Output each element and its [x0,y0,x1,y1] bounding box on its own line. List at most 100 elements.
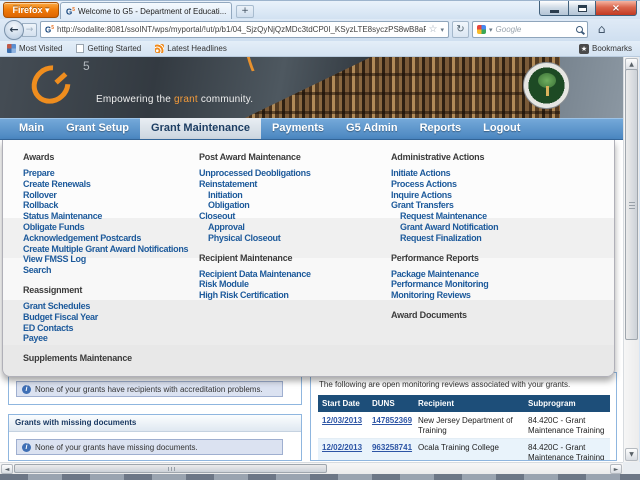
url-dropdown-icon[interactable]: ▾ [440,26,444,34]
reload-button[interactable]: ↻ [452,21,469,38]
bookmark-latest-headlines[interactable]: Latest Headlines [148,44,234,53]
new-tab-button[interactable]: + [236,5,254,18]
menu-header-performance-reports: Performance Reports [391,253,498,263]
menu-link-acknowledgement-postcards[interactable]: Acknowledgement Postcards [23,233,188,244]
nav-g5-admin[interactable]: G5 Admin [335,118,409,139]
column-header-recipient: Recipient [414,395,524,412]
menu-link-grant-transfers[interactable]: Grant Transfers [391,200,498,211]
nav-grant-setup[interactable]: Grant Setup [55,118,140,139]
url-text[interactable]: http://sodalite:8081/ssoINT/wps/myportal… [57,25,426,34]
education-department-seal-icon [523,62,570,109]
search-engine-dropdown-icon[interactable]: ▾ [489,26,493,34]
menu-link-payee[interactable]: Payee [23,333,188,344]
clipped-content-strip [0,474,640,480]
menu-link-budget-fiscal-year[interactable]: Budget Fiscal Year [23,312,188,323]
menu-link-monitoring-reviews[interactable]: Monitoring Reviews [391,290,498,301]
window-controls: × [539,1,637,16]
menu-link-recipient-data-maintenance[interactable]: Recipient Data Maintenance [199,269,311,280]
bookmarks-icon: ★ [579,44,589,54]
menu-link-grant-schedules[interactable]: Grant Schedules [23,301,188,312]
bookmark-getting-started[interactable]: Getting Started [69,44,148,53]
missing-documents-notice-text: None of your grants have missing documen… [35,443,198,452]
menu-link-ed-contacts[interactable]: ED Contacts [23,323,188,334]
menu-link-high-risk-certification[interactable]: High Risk Certification [199,290,311,301]
menu-link-grant-award-notification[interactable]: Grant Award Notification [400,222,498,233]
scroll-left-button[interactable]: ◄ [1,464,13,474]
bookmark-star-icon[interactable]: ☆ [429,24,438,35]
g5-logo-sup: 5 [83,59,90,73]
subprogram-cell: 84.420C - Grant Maintenance Training [524,439,610,462]
menu-link-physical-closeout[interactable]: Physical Closeout [208,233,311,244]
horizontal-scrollbar-thumb[interactable] [14,464,327,473]
menu-link-unprocessed-deobligations[interactable]: Unprocessed Deobligations [199,168,311,179]
menu-header-reassignment: Reassignment [23,285,188,295]
menu-link-reinstatement[interactable]: Reinstatement [199,179,311,190]
table-header-row: Start Date DUNS Recipient Subprogram [318,395,610,412]
menu-link-process-actions[interactable]: Process Actions [391,179,498,190]
minimize-icon [550,10,559,13]
info-icon: i [22,443,31,452]
menu-link-search[interactable]: Search [23,265,188,276]
scroll-right-button[interactable]: ► [610,464,622,474]
nav-payments[interactable]: Payments [261,118,335,139]
info-message: i None of your grants have recipients wi… [16,381,283,397]
restore-button[interactable] [568,1,595,16]
nav-main[interactable]: Main [8,118,55,139]
menu-link-request-maintenance[interactable]: Request Maintenance [400,211,498,222]
nav-logout[interactable]: Logout [472,118,531,139]
vertical-scrollbar[interactable]: ▲ ▼ [623,57,639,462]
menu-link-rollback[interactable]: Rollback [23,200,188,211]
back-button[interactable]: ← [4,20,24,40]
nav-reports[interactable]: Reports [409,118,473,139]
forward-button[interactable]: → [22,23,37,37]
menu-link-risk-module[interactable]: Risk Module [199,279,311,290]
start-date-link[interactable]: 12/02/2013 [322,443,362,452]
menu-link-package-maintenance[interactable]: Package Maintenance [391,269,498,280]
horizontal-scrollbar[interactable]: ◄ ► [0,462,623,474]
firefox-menu-button[interactable]: Firefox ▾ [3,2,59,18]
minimize-button[interactable] [539,1,568,16]
restore-icon [578,5,587,12]
menu-link-status-maintenance[interactable]: Status Maintenance [23,211,188,222]
thumb-grip [168,467,175,471]
menu-link-prepare[interactable]: Prepare [23,168,188,179]
menu-link-create-multiple-gan[interactable]: Create Multiple Grant Award Notification… [23,244,188,255]
g5-favicon: G5 [45,25,54,35]
scroll-down-button[interactable]: ▼ [625,448,638,461]
feed-icon [155,44,164,53]
menu-link-view-fmss-log[interactable]: View FMSS Log [23,254,188,265]
browser-tab[interactable]: G5 Welcome to G5 - Department of Educati… [60,2,232,20]
search-placeholder[interactable]: Google [496,25,573,34]
search-box[interactable]: ▾ Google [472,21,588,38]
g5-favicon: G5 [66,7,75,17]
bookmarks-toolbar: Most Visited Getting Started Latest Head… [0,41,640,57]
vertical-scrollbar-thumb[interactable] [625,69,638,340]
menu-link-initiate-actions[interactable]: Initiate Actions [391,168,498,179]
menu-link-closeout[interactable]: Closeout [199,211,311,222]
menu-link-request-finalization[interactable]: Request Finalization [400,233,498,244]
menu-link-reinstatement-initiation[interactable]: Initiation [208,190,311,201]
close-button[interactable]: × [595,1,637,16]
menu-link-create-renewals[interactable]: Create Renewals [23,179,188,190]
search-icon[interactable] [576,26,583,33]
menu-link-performance-monitoring[interactable]: Performance Monitoring [391,279,498,290]
menu-link-closeout-approval[interactable]: Approval [208,222,311,233]
accreditation-notice-text: None of your grants have recipients with… [35,385,263,394]
bookmark-most-visited[interactable]: Most Visited [0,44,69,53]
duns-link[interactable]: 147852369 [372,416,412,425]
menu-link-obligate-funds[interactable]: Obligate Funds [23,222,188,233]
missing-documents-panel: Grants with missing documents i None of … [8,414,302,461]
column-header-subprogram: Subprogram [524,395,610,412]
bookmarks-menu-button[interactable]: ★Bookmarks [572,44,640,54]
nav-grant-maintenance[interactable]: Grant Maintenance [140,118,261,139]
table-row: 12/03/2013 147852369 New Jersey Departme… [318,412,610,439]
home-button[interactable]: ⌂ [592,20,611,39]
menu-link-reinstatement-obligation[interactable]: Obligation [208,200,311,211]
start-date-link[interactable]: 12/03/2013 [322,416,362,425]
menu-link-rollover[interactable]: Rollover [23,190,188,201]
info-icon: i [22,385,31,394]
url-bar[interactable]: G5 http://sodalite:8081/ssoINT/wps/mypor… [40,21,449,38]
menu-link-inquire-actions[interactable]: Inquire Actions [391,190,498,201]
menu-column-1: Awards Prepare Create Renewals Rollover … [23,152,188,369]
duns-link[interactable]: 963258741 [372,443,412,452]
